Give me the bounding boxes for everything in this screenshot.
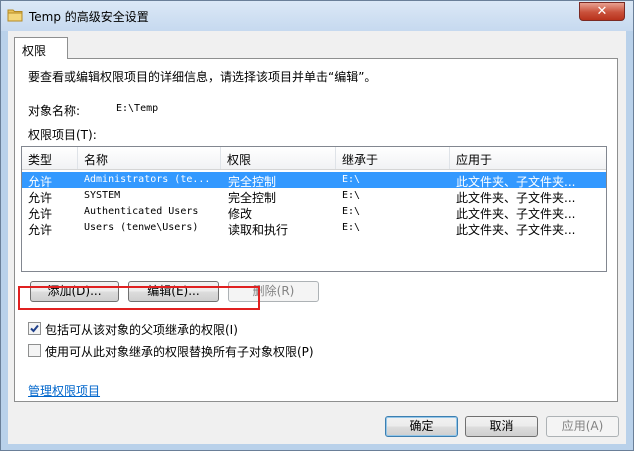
column-label: 应用于 bbox=[456, 153, 493, 167]
object-name-value: E:\Temp bbox=[116, 103, 159, 114]
cell-name: Administrators (te... bbox=[84, 174, 211, 185]
cell-permission: 读取和执行 bbox=[228, 223, 289, 237]
title-bar[interactable]: Temp 的高级安全设置 ✕ bbox=[1, 1, 633, 31]
apply-button[interactable]: 应用(A) bbox=[546, 416, 619, 437]
column-header-type[interactable]: 类型 bbox=[22, 147, 78, 169]
cell-inherited: E:\ bbox=[342, 206, 361, 217]
column-header-name[interactable]: 名称 bbox=[78, 147, 221, 169]
table-row[interactable]: 允许 SYSTEM 完全控制 E:\ 此文件夹、子文件夹... bbox=[22, 188, 606, 205]
cell-type: 允许 bbox=[28, 223, 53, 237]
tab-label: 权限 bbox=[22, 44, 47, 58]
replace-checkbox-label[interactable]: 使用可从此对象继承的权限替换所有子对象权限(P) bbox=[45, 343, 314, 360]
cell-inherited: E:\ bbox=[342, 222, 361, 233]
table-row[interactable]: 允许 Users (tenwe\Users) 读取和执行 E:\ 此文件夹、子文件夹..… bbox=[22, 220, 606, 237]
permission-entries-list[interactable]: 类型 名称 权限 继承于 应用于 允许 Administrators (te...… bbox=[21, 146, 607, 272]
folder-icon bbox=[7, 9, 23, 22]
cell-name: Authenticated Users bbox=[84, 206, 199, 217]
column-label: 权限 bbox=[227, 153, 252, 167]
column-label: 名称 bbox=[84, 153, 109, 167]
column-header-applies[interactable]: 应用于 bbox=[450, 147, 606, 169]
cell-inherited: E:\ bbox=[342, 190, 361, 201]
close-button[interactable]: ✕ bbox=[579, 2, 625, 21]
tab-permissions[interactable]: 权限 bbox=[14, 37, 68, 59]
cell-name: SYSTEM bbox=[84, 190, 121, 201]
column-header-permission[interactable]: 权限 bbox=[221, 147, 336, 169]
column-header-inherited[interactable]: 继承于 bbox=[336, 147, 450, 169]
table-row[interactable]: 允许 Authenticated Users 修改 E:\ 此文件夹、子文件夹... bbox=[22, 204, 606, 221]
cell-inherited: E:\ bbox=[342, 174, 361, 185]
list-header: 类型 名称 权限 继承于 应用于 bbox=[22, 147, 606, 170]
cell-applies: 此文件夹、子文件夹... bbox=[456, 223, 576, 237]
table-row[interactable]: 允许 Administrators (te... 完全控制 E:\ 此文件夹、子文件夹.… bbox=[22, 172, 606, 189]
column-label: 类型 bbox=[28, 153, 53, 167]
entries-label: 权限项目(T): bbox=[28, 128, 97, 142]
replace-checkbox[interactable] bbox=[28, 344, 41, 357]
highlight-box bbox=[18, 286, 260, 310]
object-name-label: 对象名称: bbox=[28, 104, 81, 118]
checkmark-icon bbox=[30, 324, 39, 333]
close-icon: ✕ bbox=[596, 4, 608, 19]
inherit-checkbox[interactable] bbox=[28, 322, 41, 335]
column-label: 继承于 bbox=[342, 153, 379, 167]
manage-permissions-link[interactable]: 管理权限项目 bbox=[28, 382, 100, 399]
intro-text: 要查看或编辑权限项目的详细信息，请选择该项目并单击“编辑”。 bbox=[28, 70, 377, 84]
inherit-checkbox-label[interactable]: 包括可从该对象的父项继承的权限(I) bbox=[45, 321, 238, 338]
window-title: Temp 的高级安全设置 bbox=[29, 10, 149, 24]
cancel-button[interactable]: 取消 bbox=[465, 416, 538, 437]
cell-name: Users (tenwe\Users) bbox=[84, 222, 199, 233]
ok-button[interactable]: 确定 bbox=[385, 416, 458, 437]
security-settings-window: Temp 的高级安全设置 ✕ 权限 要查看或编辑权限项目的详细信息，请选择该项目… bbox=[0, 0, 634, 451]
